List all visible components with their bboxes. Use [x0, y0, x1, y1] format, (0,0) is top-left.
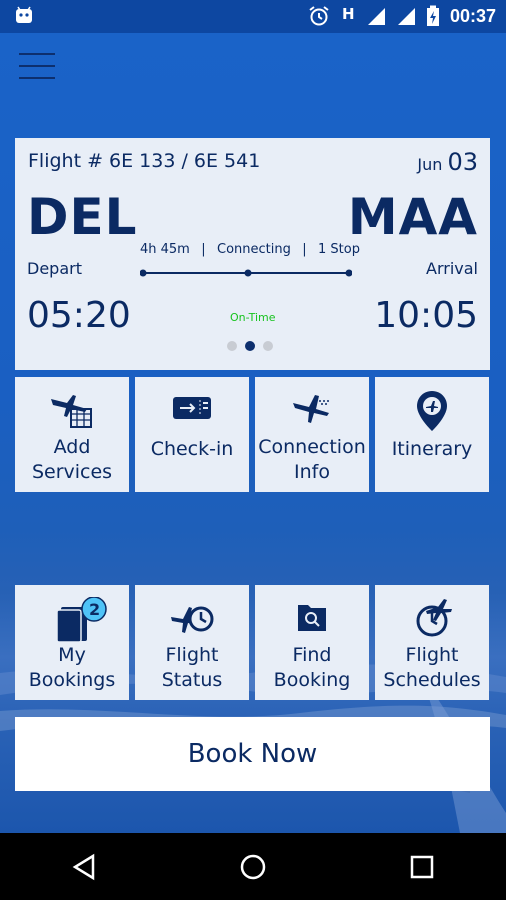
divider: |	[201, 242, 206, 257]
tile-label-line: Info	[294, 461, 330, 483]
tile-label-line: Itinerary	[391, 438, 473, 460]
flight-status-text: On-Time	[230, 311, 276, 324]
flight-status-button[interactable]: Flight Status	[135, 585, 249, 700]
tile-label-line: Flight	[405, 644, 459, 666]
tile-label-line: My	[58, 644, 86, 666]
page-dot-active	[245, 341, 255, 351]
my-bookings-button[interactable]: 2 My Bookings	[15, 585, 129, 700]
flight-number: Flight # 6E 133 / 6E 541	[28, 150, 261, 172]
route-line	[140, 269, 352, 277]
tile-label-line: Add	[53, 436, 91, 458]
flight-schedules-icon	[416, 599, 452, 637]
boarding-pass-icon	[173, 397, 211, 419]
tile-label-line: Booking	[273, 669, 351, 691]
app-screen: Flight # 6E 133 / 6E 541 Jun 03 DEL MAA …	[0, 33, 506, 833]
connection-type: Connecting	[217, 242, 291, 257]
tile-label: Itinerary	[375, 437, 489, 462]
tile-label-line: Status	[161, 669, 223, 691]
check-in-button[interactable]: Check-in	[135, 377, 249, 492]
tile-label-line: Flight	[165, 644, 219, 666]
menu-line	[19, 77, 55, 79]
itinerary-button[interactable]: Itinerary	[375, 377, 489, 492]
tile-label: Connection Info	[255, 435, 369, 485]
home-icon	[240, 854, 266, 879]
hamburger-menu-button[interactable]	[19, 53, 55, 81]
signal-icon	[367, 8, 385, 25]
stops: 1 Stop	[318, 242, 360, 257]
tile-label-line: Bookings	[28, 669, 116, 691]
flight-day: 03	[447, 148, 478, 176]
tile-label: Add Services	[15, 435, 129, 485]
battery-charging-icon	[426, 5, 439, 26]
tile-label: Flight Schedules	[375, 643, 489, 693]
back-button[interactable]	[64, 847, 104, 887]
page-indicator	[227, 341, 273, 351]
tile-label: My Bookings	[15, 643, 129, 693]
signal-icon	[397, 8, 415, 25]
menu-line	[19, 65, 55, 67]
alarm-icon	[309, 6, 329, 26]
recents-button[interactable]	[402, 847, 442, 887]
find-booking-button[interactable]: Find Booking	[255, 585, 369, 700]
tile-label-line: Check-in	[150, 438, 234, 460]
depart-time: 05:20	[27, 295, 131, 336]
plane-icon	[293, 395, 329, 423]
arrival-time: 10:05	[374, 295, 478, 336]
divider: |	[302, 242, 307, 257]
home-button[interactable]	[233, 847, 273, 887]
destination-code: MAA	[347, 188, 478, 246]
page-dot	[263, 341, 273, 351]
tile-label: Find Booking	[255, 643, 369, 693]
bookings-icon: 2	[56, 597, 107, 643]
find-booking-icon	[298, 605, 326, 631]
tile-label-line: Connection	[258, 436, 366, 458]
h-signal-icon: H	[342, 5, 355, 23]
flight-date: Jun 03	[417, 148, 478, 176]
duration: 4h 45m	[140, 242, 190, 257]
bookings-count-badge: 2	[89, 600, 100, 619]
android-icon	[16, 6, 32, 23]
origin-code: DEL	[27, 188, 138, 246]
tile-label: Flight Status	[135, 643, 249, 693]
menu-line	[19, 53, 55, 55]
route-info: 4h 45m | Connecting | 1 Stop	[140, 242, 360, 257]
arrival-label: Arrival	[426, 259, 478, 278]
add-services-icon	[51, 395, 92, 428]
status-time: 00:37	[449, 5, 496, 26]
recents-icon	[410, 855, 433, 878]
system-navigation-bar	[0, 833, 506, 900]
flight-status-icon	[171, 606, 214, 633]
status-bar: H 00:37	[0, 0, 506, 33]
tile-label: Check-in	[135, 437, 249, 462]
tile-label-line: Schedules	[383, 669, 481, 691]
svg-text:H: H	[342, 5, 355, 23]
book-now-button[interactable]: Book Now	[15, 717, 490, 791]
back-icon	[72, 853, 95, 880]
connection-info-button[interactable]: Connection Info	[255, 377, 369, 492]
add-services-button[interactable]: Add Services	[15, 377, 129, 492]
depart-label: Depart	[27, 259, 82, 278]
flight-schedules-button[interactable]: Flight Schedules	[375, 585, 489, 700]
tile-label-line: Services	[31, 461, 113, 483]
flight-card[interactable]: Flight # 6E 133 / 6E 541 Jun 03 DEL MAA …	[15, 138, 490, 370]
page-dot	[227, 341, 237, 351]
tile-label-line: Find	[292, 644, 332, 666]
flight-month: Jun	[417, 155, 443, 174]
location-pin-icon	[417, 391, 447, 431]
